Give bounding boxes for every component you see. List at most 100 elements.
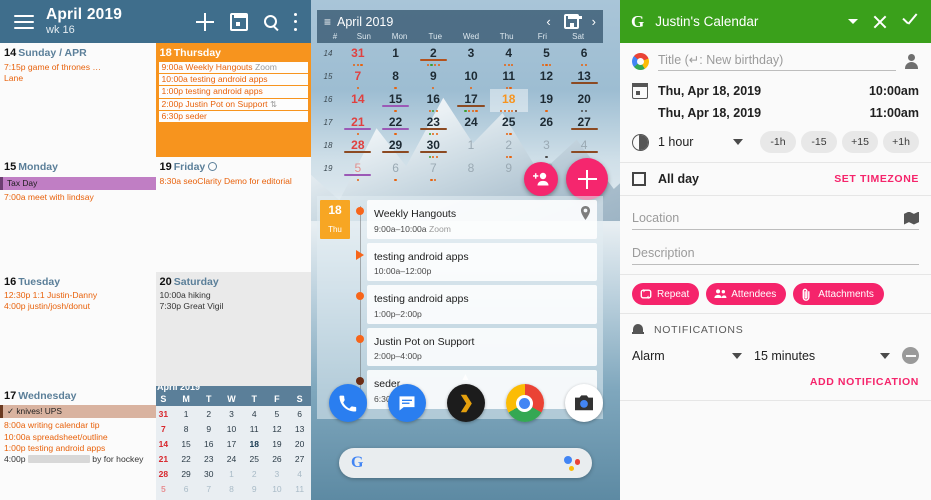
end-date[interactable]: Thu, Apr 18, 2019 bbox=[658, 106, 761, 120]
mini-month-day[interactable]: 27 bbox=[288, 451, 311, 466]
widget-day-cell[interactable]: 25 bbox=[490, 112, 528, 135]
mini-month-day[interactable]: 11 bbox=[243, 421, 266, 436]
overflow-menu-icon[interactable] bbox=[293, 12, 297, 31]
map-pin-icon[interactable] bbox=[580, 206, 591, 220]
event-item[interactable]: 4:00p justin/josh/donut bbox=[0, 301, 156, 312]
mini-month-day[interactable]: 3 bbox=[266, 466, 289, 481]
add-guest-fab[interactable] bbox=[524, 162, 558, 196]
event-item[interactable]: 6:30p seder bbox=[158, 110, 308, 123]
attendees-chip[interactable]: Attendees bbox=[706, 283, 787, 305]
widget-day-cell[interactable]: 5 bbox=[528, 43, 566, 66]
mini-month-day[interactable]: 20 bbox=[288, 436, 311, 451]
mini-month-day[interactable]: 8 bbox=[175, 421, 198, 436]
messages-icon[interactable] bbox=[387, 384, 426, 422]
event-item[interactable]: ✓ knives! UPS bbox=[0, 405, 156, 419]
mini-month-day[interactable]: 5 bbox=[156, 481, 175, 496]
search-icon[interactable] bbox=[264, 15, 277, 28]
widget-day-cell[interactable]: 31 bbox=[339, 43, 377, 66]
day-cell-wednesday[interactable]: 17 Wednesday ✓ knives! UPS 8:00a writing ca… bbox=[0, 385, 156, 500]
mini-month-day[interactable]: 23 bbox=[197, 451, 220, 466]
widget-day-cell[interactable]: 1 bbox=[452, 135, 490, 158]
widget-day-cell[interactable]: 6 bbox=[565, 43, 603, 66]
mini-month-day[interactable]: 7 bbox=[197, 481, 220, 496]
plus-icon[interactable] bbox=[196, 12, 214, 31]
mini-month-day[interactable]: 26 bbox=[266, 451, 289, 466]
mini-month-day[interactable]: 4 bbox=[243, 406, 266, 421]
mini-month-day[interactable]: 12 bbox=[266, 421, 289, 436]
mini-month-day[interactable]: 21 bbox=[156, 451, 175, 466]
day-cell-sunday[interactable]: 14 Sunday / APR 7:15p game of thrones Lane bbox=[0, 43, 156, 158]
calendar-icon[interactable] bbox=[230, 12, 248, 31]
plex-icon[interactable] bbox=[446, 384, 485, 422]
widget-day-cell[interactable]: 4 bbox=[490, 43, 528, 66]
widget-day-cell[interactable]: 29 bbox=[377, 135, 415, 158]
duration-value[interactable]: 1 hour bbox=[658, 135, 733, 149]
agenda-row[interactable]: Justin Pot on Support 2:00p–4:00p bbox=[317, 327, 603, 371]
widget-day-cell[interactable]: 21 bbox=[339, 112, 377, 135]
widget-day-cell[interactable]: 2 bbox=[490, 135, 528, 158]
google-search-bar[interactable]: G bbox=[339, 448, 592, 478]
calendar-selector-label[interactable]: Justin's Calendar bbox=[655, 14, 848, 29]
day-cell-thursday[interactable]: 18 Thursday 9:00a Weekly Hangouts Zoom 10:0… bbox=[155, 43, 311, 158]
widget-day-cell[interactable]: 8 bbox=[452, 158, 490, 181]
event-item[interactable]: 1:00p testing android apps bbox=[158, 86, 308, 98]
widget-day-cell[interactable]: 4 bbox=[565, 135, 603, 158]
event-item[interactable]: 10:00a testing android apps bbox=[158, 73, 308, 86]
mini-month-day[interactable]: 4 bbox=[288, 466, 311, 481]
mini-month-day[interactable]: 30 bbox=[197, 466, 220, 481]
add-notification-button[interactable]: ADD NOTIFICATION bbox=[810, 376, 919, 388]
widget-day-cell[interactable]: 1 bbox=[377, 43, 415, 66]
mini-month-day[interactable]: 29 bbox=[175, 466, 198, 481]
mini-month-day[interactable]: 13 bbox=[288, 421, 311, 436]
widget-day-cell[interactable]: 7 bbox=[339, 66, 377, 89]
mini-month-day[interactable]: 24 bbox=[220, 451, 243, 466]
widget-day-cell[interactable]: 23 bbox=[414, 112, 452, 135]
start-date[interactable]: Thu, Apr 18, 2019 bbox=[658, 84, 761, 98]
mini-month-day[interactable]: 1 bbox=[175, 406, 198, 421]
widget-day-cell[interactable]: 13 bbox=[565, 66, 603, 89]
widget-day-cell[interactable]: 9 bbox=[490, 158, 528, 181]
mini-month-day[interactable]: 6 bbox=[288, 406, 311, 421]
title-input[interactable]: Title (↵: New birthday) bbox=[658, 52, 896, 71]
duration-dropdown-icon[interactable] bbox=[733, 139, 743, 145]
widget-day-cell[interactable]: 22 bbox=[377, 112, 415, 135]
widget-day-cell[interactable]: 28 bbox=[339, 135, 377, 158]
add-event-fab[interactable] bbox=[566, 158, 608, 200]
widget-day-cell[interactable]: 16 bbox=[414, 89, 452, 112]
agenda-card[interactable]: Weekly Hangouts 9:00a–10:00a Zoom bbox=[367, 200, 597, 239]
camera-icon[interactable] bbox=[564, 384, 603, 422]
mini-month-day[interactable]: 9 bbox=[197, 421, 220, 436]
event-item[interactable]: 7:00a meet with lindsay bbox=[0, 192, 156, 203]
widget-day-cell[interactable]: 24 bbox=[452, 112, 490, 135]
agenda-card[interactable]: testing android apps 10:00a–12:00p bbox=[367, 242, 597, 282]
event-item[interactable]: 7:30p Great Vigil bbox=[156, 301, 312, 312]
mini-month-day[interactable]: 22 bbox=[175, 451, 198, 466]
widget-day-cell[interactable]: 6 bbox=[377, 158, 415, 181]
event-item[interactable]: 10:00a hiking bbox=[156, 290, 312, 301]
widget-day-cell[interactable]: 18 bbox=[489, 89, 528, 112]
agenda-row[interactable]: testing android apps 1:00p–2:00p bbox=[317, 285, 603, 328]
widget-day-cell[interactable]: 10 bbox=[452, 66, 490, 89]
widget-day-cell[interactable]: 5 bbox=[339, 158, 377, 181]
event-item[interactable]: 9:00a Weekly Hangouts Zoom bbox=[158, 61, 308, 73]
mini-month-day[interactable]: 31 bbox=[156, 406, 175, 421]
notification-lead-time[interactable]: 15 minutes bbox=[754, 349, 815, 363]
hamburger-icon[interactable] bbox=[14, 14, 34, 29]
event-item-continued[interactable]: Lane bbox=[0, 73, 156, 84]
widget-day-cell[interactable]: 7 bbox=[414, 158, 452, 181]
mini-month-day[interactable]: 5 bbox=[266, 406, 289, 421]
widget-day-cell[interactable]: 27 bbox=[565, 112, 603, 135]
prev-month-icon[interactable]: ‹ bbox=[546, 14, 550, 29]
widget-day-cell[interactable]: 9 bbox=[414, 66, 452, 89]
duration-pill-minus-1h[interactable]: -1h bbox=[760, 131, 796, 153]
mini-month-day[interactable]: 2 bbox=[197, 406, 220, 421]
app-drawer-chevron-icon[interactable]: ▲ bbox=[461, 372, 471, 383]
notification-lead-dropdown-icon[interactable] bbox=[880, 352, 890, 359]
dropdown-caret-icon[interactable] bbox=[848, 19, 858, 24]
mini-month-day[interactable]: 16 bbox=[197, 436, 220, 451]
start-time[interactable]: 10:00am bbox=[869, 84, 919, 98]
widget-day-cell[interactable]: 30 bbox=[414, 135, 452, 158]
google-assistant-icon[interactable] bbox=[564, 455, 580, 471]
notification-type[interactable]: Alarm bbox=[632, 349, 732, 363]
location-input[interactable]: Location bbox=[632, 205, 919, 230]
